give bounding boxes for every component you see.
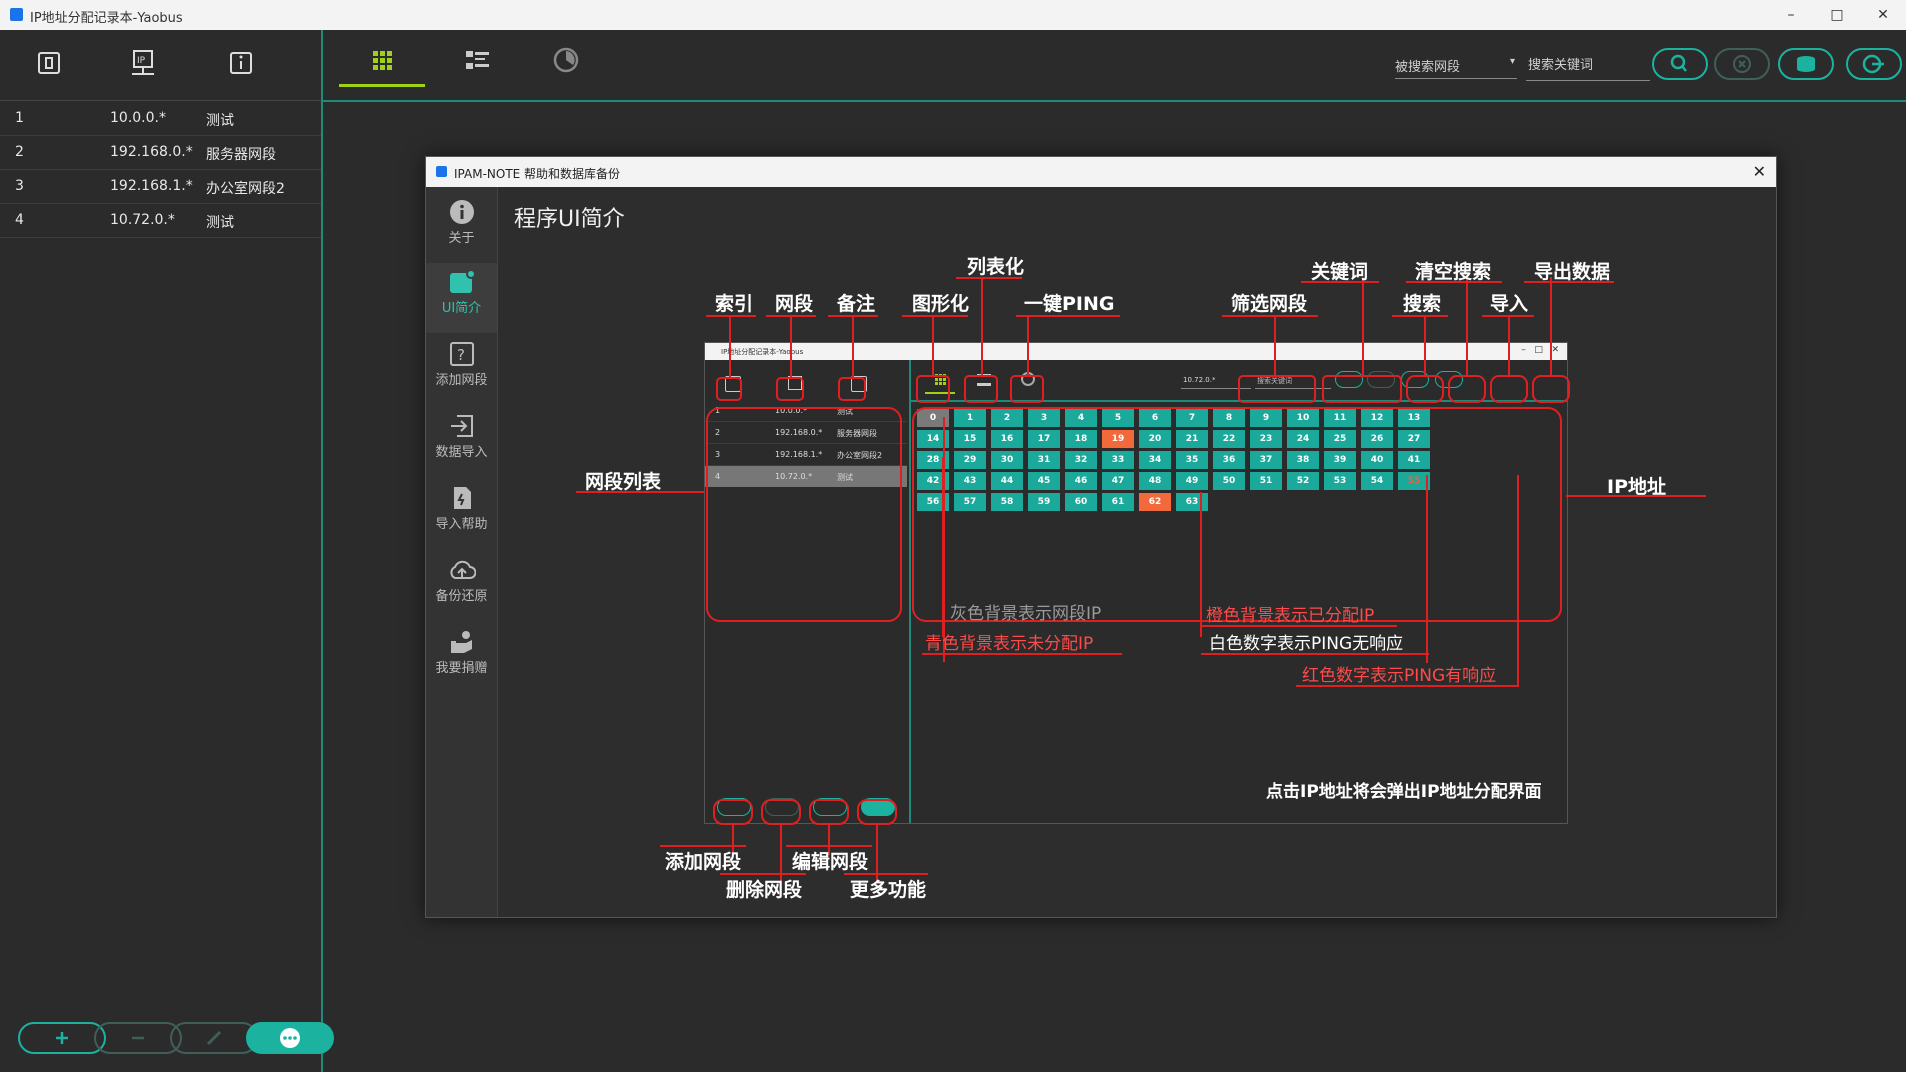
segment-row[interactable]: 3 192.168.1.* 办公室网段2 bbox=[0, 170, 321, 204]
delete-segment-button[interactable] bbox=[94, 1022, 182, 1054]
maximize-button[interactable]: □ bbox=[1814, 0, 1860, 30]
label-more: 更多功能 bbox=[850, 879, 927, 901]
clear-search-button[interactable] bbox=[1714, 48, 1770, 80]
main-toolbar: 被搜索网段 ▾ bbox=[323, 30, 1906, 102]
label-index: 索引 bbox=[715, 293, 754, 315]
search-input[interactable] bbox=[1526, 50, 1650, 81]
mini-titlebar: IP地址分配记录本-Yaobus – □ ✕ bbox=[705, 343, 1567, 360]
label-graphical: 图形化 bbox=[912, 293, 970, 315]
chevron-down-icon: ▾ bbox=[1509, 56, 1515, 67]
label-segment: 网段 bbox=[775, 293, 814, 315]
edit-segment-button[interactable] bbox=[170, 1022, 258, 1054]
search-button[interactable] bbox=[1652, 48, 1708, 80]
tab-ping[interactable] bbox=[523, 40, 609, 84]
svg-text:IP: IP bbox=[137, 56, 146, 66]
tab-list[interactable] bbox=[433, 40, 519, 84]
tab-graphical[interactable] bbox=[339, 40, 425, 87]
highlight-import-btn bbox=[1490, 375, 1528, 403]
index-column-icon[interactable] bbox=[34, 48, 64, 78]
highlight-clear-btn bbox=[1448, 375, 1486, 403]
segment-header: IP bbox=[0, 30, 321, 101]
label-filter: 筛选网段 bbox=[1231, 293, 1308, 315]
label-edit-seg: 编辑网段 bbox=[792, 851, 869, 873]
highlight-note-icon bbox=[838, 377, 866, 401]
app-icon bbox=[10, 8, 23, 21]
legend-cyan: 青色背景表示未分配IP bbox=[925, 634, 1094, 654]
label-add-seg: 添加网段 bbox=[665, 851, 742, 873]
label-del-seg: 删除网段 bbox=[726, 879, 803, 901]
legend-red-num: 红色数字表示PING有响应 bbox=[1302, 666, 1497, 686]
label-search: 搜索 bbox=[1403, 293, 1442, 315]
close-window-button[interactable]: ✕ bbox=[1860, 0, 1906, 30]
label-clear: 清空搜索 bbox=[1415, 261, 1492, 283]
highlight-segment-list bbox=[706, 407, 902, 622]
highlight-add-btn bbox=[713, 799, 753, 825]
highlight-segment-icon bbox=[776, 377, 804, 401]
highlight-index-icon bbox=[716, 377, 742, 401]
label-listview: 列表化 bbox=[967, 256, 1025, 278]
highlight-graphical-tab bbox=[916, 375, 950, 403]
legend-gray: 灰色背景表示网段IP bbox=[950, 604, 1102, 624]
highlight-delete-btn bbox=[761, 799, 801, 825]
add-segment-button[interactable] bbox=[18, 1022, 106, 1054]
ui-illustration: IP地址分配记录本-Yaobus – □ ✕ 1 10.0.0.* 测试 2 192.… bbox=[426, 157, 1776, 917]
highlight-search-input bbox=[1322, 375, 1402, 403]
note-column-icon[interactable] bbox=[226, 48, 256, 78]
label-note: 备注 bbox=[837, 293, 876, 315]
label-ping: 一键PING bbox=[1024, 293, 1115, 315]
minimize-button[interactable]: – bbox=[1768, 0, 1814, 30]
highlight-list-tab bbox=[964, 375, 998, 403]
window-titlebar: IP地址分配记录本-Yaobus – □ ✕ bbox=[0, 0, 1906, 30]
highlight-export-btn bbox=[1532, 375, 1570, 403]
segment-row[interactable]: 4 10.72.0.* 测试 bbox=[0, 204, 321, 238]
help-dialog: IPAM-NOTE 帮助和数据库备份 ✕ 关于 UI简介 ? 添加网段 数据导入… bbox=[425, 156, 1777, 918]
legend-white-num: 白色数字表示PING无响应 bbox=[1209, 634, 1404, 654]
segment-row[interactable]: 1 10.0.0.* 测试 bbox=[0, 102, 321, 136]
segment-column-icon[interactable]: IP bbox=[128, 48, 158, 78]
import-button[interactable] bbox=[1778, 48, 1834, 80]
highlight-ping-tab bbox=[1010, 375, 1044, 403]
highlight-ip-grid bbox=[912, 407, 1562, 622]
label-segment-list: 网段列表 bbox=[585, 471, 662, 493]
highlight-search-btn bbox=[1406, 375, 1444, 403]
highlight-edit-btn bbox=[809, 799, 849, 825]
segment-row[interactable]: 2 192.168.0.* 服务器网段 bbox=[0, 136, 321, 170]
filter-segment-select[interactable]: 被搜索网段 ▾ bbox=[1395, 50, 1517, 79]
highlight-more-btn bbox=[857, 799, 897, 825]
click-hint: 点击IP地址将会弹出IP地址分配界面 bbox=[1266, 782, 1542, 802]
label-import: 导入 bbox=[1490, 293, 1529, 315]
label-keyword: 关键词 bbox=[1311, 261, 1369, 283]
segment-actions bbox=[0, 1022, 334, 1072]
more-button[interactable] bbox=[246, 1022, 334, 1054]
export-button[interactable] bbox=[1846, 48, 1902, 80]
window-title: IP地址分配记录本-Yaobus bbox=[30, 11, 183, 26]
segment-panel: IP 1 10.0.0.* 测试 2 192.168.0.* 服务器网段 3 192.16… bbox=[0, 30, 334, 1072]
segment-list: 1 10.0.0.* 测试 2 192.168.0.* 服务器网段 3 192.168.1… bbox=[0, 102, 321, 238]
highlight-filter bbox=[1238, 375, 1316, 403]
label-export: 导出数据 bbox=[1534, 261, 1611, 283]
legend-orange: 橙色背景表示已分配IP bbox=[1206, 606, 1375, 626]
